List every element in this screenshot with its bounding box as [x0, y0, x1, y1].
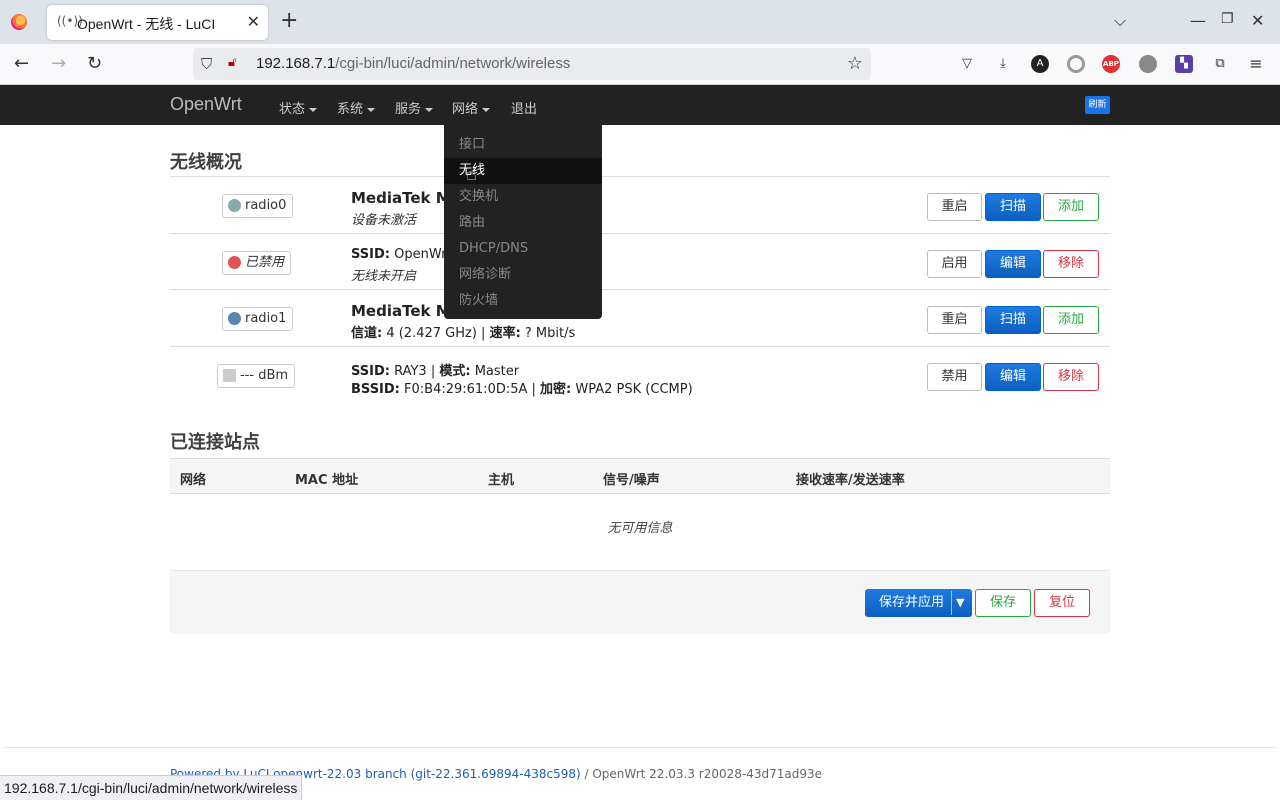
scan-button[interactable]: 扫描 [985, 306, 1041, 334]
ssid-line: SSID: OpenWrt [351, 247, 452, 262]
table-row: 已禁用 SSID: OpenWrt 无线未开启 启用 编辑 移除 [170, 233, 1110, 289]
dropdown-item-routes[interactable]: 路由 [444, 210, 602, 236]
dropdown-item-interfaces[interactable]: 接口 [444, 132, 602, 158]
wireless-heading: 无线概况 [170, 152, 242, 173]
account-icon[interactable]: A [1031, 55, 1049, 73]
restart-button[interactable]: 重启 [927, 306, 982, 334]
remove-button[interactable]: 移除 [1043, 250, 1099, 278]
scan-button[interactable]: 扫描 [985, 193, 1041, 221]
download-icon[interactable]: ⤓ [994, 55, 1012, 73]
col-rate: 接收速率/发送速率 [796, 473, 905, 488]
restore-icon[interactable]: ❐ [1221, 11, 1234, 27]
shield-icon[interactable]: ⛉ [201, 55, 212, 73]
signal-bars-icon [223, 369, 236, 382]
col-network: 网络 [180, 473, 207, 488]
extension-icon[interactable] [1139, 55, 1157, 73]
col-mac: MAC 地址 [295, 473, 359, 488]
table-row: --- dBm SSID: RAY3 | 模式: Master BSSID: F… [170, 346, 1110, 404]
wifi-status: 无线未开启 [351, 269, 417, 284]
stations-heading: 已连接站点 [170, 432, 260, 453]
menu-logout[interactable]: 退出 [511, 98, 537, 117]
app-menu-icon[interactable]: ≡ [1247, 55, 1265, 73]
table-row: radio1 MediaTek MT 信道: 4 (2.427 GHz) | 速… [170, 289, 1110, 346]
extension-purple-icon[interactable]: ▚ [1175, 55, 1193, 73]
luci-header: OpenWrt 状态 系统 服务 网络 退出 刷新 [0, 85, 1280, 125]
ssid-mode-line: SSID: RAY3 | 模式: Master [351, 364, 520, 379]
disable-button[interactable]: 禁用 [927, 363, 982, 391]
menu-system[interactable]: 系统 [337, 98, 376, 117]
signal-badge: --- dBm [217, 364, 296, 388]
menu-services[interactable]: 服务 [395, 98, 434, 117]
network-dropdown: 接口 无线 交换机 路由 DHCP/DNS 网络诊断 防火墙 [444, 125, 602, 319]
dropdown-arrow-icon[interactable]: ▼ [956, 589, 964, 617]
dropdown-item-firewall[interactable]: 防火墙 [444, 288, 602, 314]
list-tabs-icon[interactable]: ⌵ [1114, 11, 1126, 31]
bssid-encryption-line: BSSID: F0:B4:29:61:0D:5A | 加密: WPA2 PSK … [351, 382, 693, 397]
empty-message: 无可用信息 [607, 521, 673, 536]
enable-button[interactable]: 启用 [927, 250, 982, 278]
save-apply-button[interactable]: 保存并应用 ▼ [865, 589, 972, 617]
firefox-icon[interactable] [11, 14, 27, 30]
browser-nav-bar: ← → ↻ ⛉ 🔓︎ 192.168.7.1/cgi-bin/luci/admi… [0, 44, 1280, 85]
browser-tab[interactable]: ((•)) OpenWrt - 无线 - LuCI ✕ [47, 5, 268, 40]
brand-logo[interactable]: OpenWrt [170, 94, 242, 115]
link-status-bar: 192.168.7.1/cgi-bin/luci/admin/network/w… [0, 775, 303, 800]
back-icon[interactable]: ← [14, 53, 29, 75]
add-button[interactable]: 添加 [1043, 306, 1099, 334]
restart-button[interactable]: 重启 [927, 193, 982, 221]
refresh-badge[interactable]: 刷新 [1085, 96, 1110, 114]
disabled-badge: 已禁用 [222, 251, 292, 275]
menu-network[interactable]: 网络 [452, 98, 491, 117]
extensions-puzzle-icon[interactable]: ⧉ [1211, 55, 1229, 73]
radio-badge: radio1 [222, 307, 294, 331]
col-signal: 信号/噪声 [603, 473, 660, 488]
minimize-icon[interactable]: — [1190, 11, 1206, 30]
dropdown-item-switch[interactable]: 交换机 [444, 184, 602, 210]
channel-line: 信道: 4 (2.427 GHz) | 速率: ? Mbit/s [351, 326, 576, 341]
new-tab-icon[interactable]: + [280, 10, 298, 32]
radio-icon [228, 199, 241, 212]
url-bar[interactable]: ⛉ 🔓︎ 192.168.7.1/cgi-bin/luci/admin/netw… [193, 48, 871, 80]
radio-icon [228, 312, 241, 325]
remove-button[interactable]: 移除 [1043, 363, 1099, 391]
hand-cursor-icon: ☝ [466, 164, 477, 185]
url-text[interactable]: 192.168.7.1/cgi-bin/luci/admin/network/w… [256, 55, 570, 72]
radio-badge: radio0 [222, 194, 294, 218]
device-status: 设备未激活 [351, 213, 417, 228]
window-close-icon[interactable]: ✕ [1251, 11, 1264, 30]
dropdown-item-diagnostics[interactable]: 网络诊断 [444, 262, 602, 288]
dropdown-item-dhcp-dns[interactable]: DHCP/DNS [444, 236, 602, 262]
edit-button[interactable]: 编辑 [985, 363, 1041, 391]
bookmark-star-icon[interactable]: ☆ [847, 53, 863, 74]
save-button[interactable]: 保存 [975, 589, 1031, 617]
tab-title: OpenWrt - 无线 - LuCI [77, 16, 216, 32]
disabled-icon [228, 256, 241, 269]
adblock-icon[interactable]: ABP [1102, 55, 1120, 73]
stations-table-header: 网络 MAC 地址 主机 信号/噪声 接收速率/发送速率 [170, 458, 1110, 494]
close-tab-icon[interactable]: ✕ [247, 12, 260, 31]
footer-divider [5, 747, 1275, 748]
col-host: 主机 [488, 473, 515, 488]
edit-button[interactable]: 编辑 [985, 250, 1041, 278]
reload-icon[interactable]: ↻ [87, 53, 102, 75]
menu-status[interactable]: 状态 [279, 98, 318, 117]
add-button[interactable]: 添加 [1043, 193, 1099, 221]
forward-icon[interactable]: → [51, 53, 66, 75]
table-row: radio0 MediaTek MT 设备未激活 重启 扫描 添加 [170, 176, 1110, 233]
pocket-icon[interactable]: ▽ [958, 55, 976, 73]
extension-circle-icon[interactable] [1067, 55, 1085, 73]
reset-button[interactable]: 复位 [1034, 589, 1090, 617]
insecure-lock-icon[interactable]: 🔓︎ [228, 55, 236, 70]
browser-tab-bar: ((•)) OpenWrt - 无线 - LuCI ✕ + ⌵ — ❐ ✕ [0, 0, 1280, 44]
